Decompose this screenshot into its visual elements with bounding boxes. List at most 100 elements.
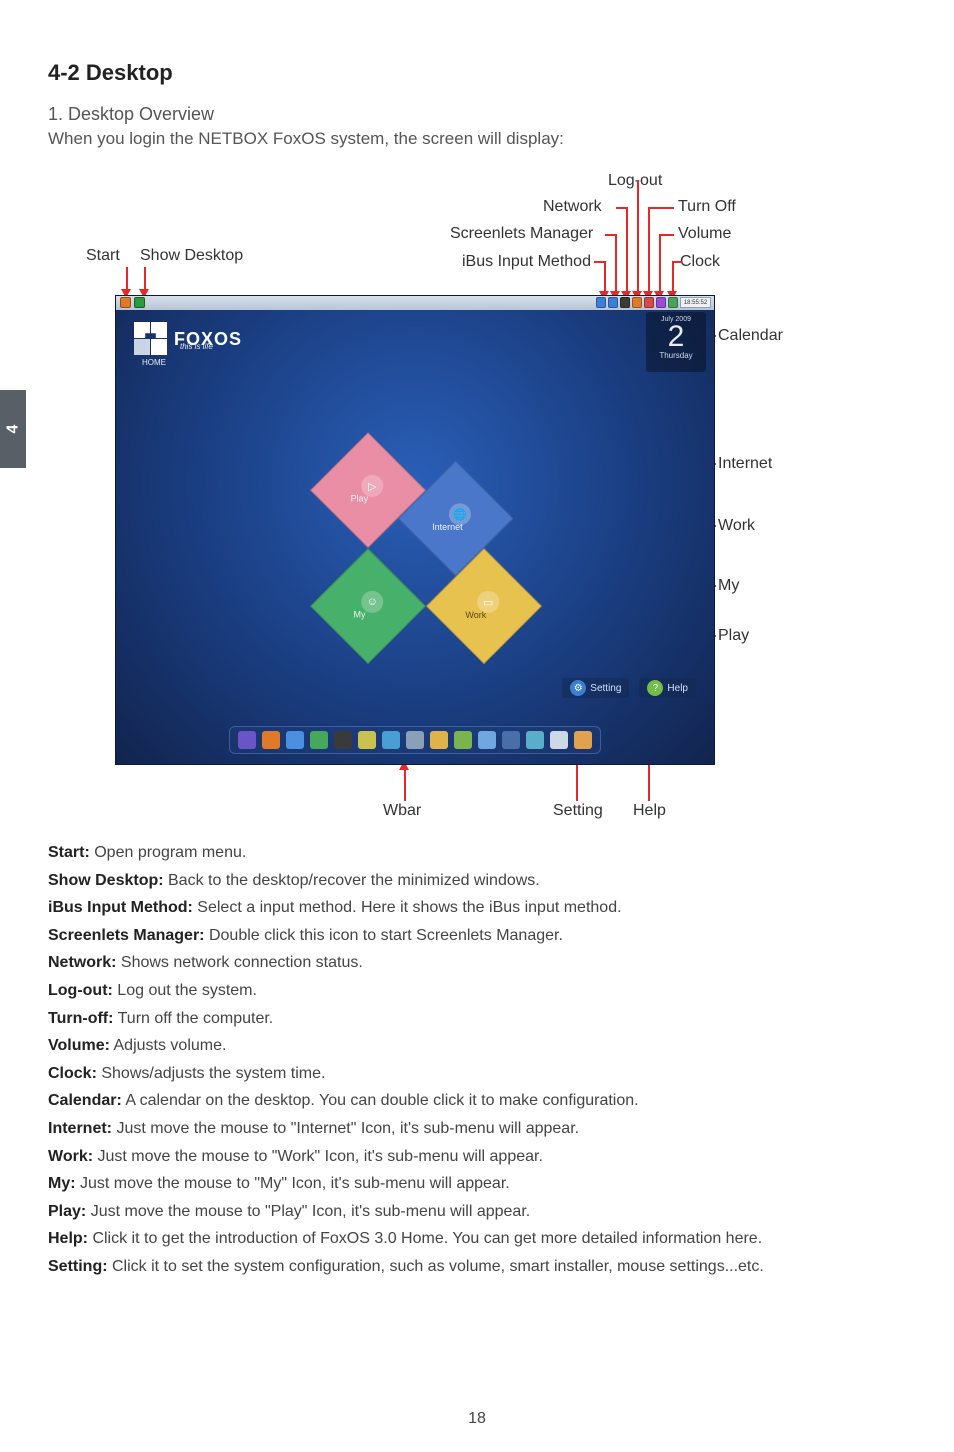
definition-desc: Open program menu. [90,844,247,861]
definition-desc: Double click this icon to start Screenle… [205,927,563,944]
connector [648,207,674,209]
side-tab: 4 [0,390,26,468]
definition-desc: Select a input method. Here it shows the… [193,899,622,916]
launcher-my[interactable]: ☺ My [310,548,426,664]
label-wbar: Wbar [383,802,421,820]
definition-term: Setting: [48,1258,108,1275]
start-button[interactable] [120,297,131,308]
foxos-screenshot: 18:55:52 FOXOS this is life HOME July 20… [115,295,715,765]
show-desktop-button[interactable] [134,297,145,308]
definition-desc: Adjusts volume. [110,1037,227,1054]
setting-button[interactable]: ⚙ Setting [562,678,629,698]
logo-tagline: this is life [180,342,213,351]
connector [626,207,628,293]
dock-icon[interactable] [382,731,400,749]
label-show-desktop: Show Desktop [140,247,243,265]
launcher-diamond: 🌐 Internet ▷ Play ▭ Work ☺ My [306,431,546,671]
label-turn-off: Turn Off [678,198,736,216]
definition-term: Internet: [48,1120,112,1137]
gear-icon: ⚙ [570,680,586,696]
side-tab-label: 4 [4,425,22,434]
clock-display[interactable]: 18:55:52 [680,297,711,308]
calendar-widget[interactable]: July 2009 2 Thursday [646,312,706,372]
definition-term: iBus Input Method: [48,899,193,916]
help-button[interactable]: ? Help [639,678,696,698]
section-heading: 4-2 Desktop [48,60,906,86]
tray-icon[interactable] [632,297,642,308]
label-logout: Log-out [608,172,662,190]
label-internet: Internet [718,455,772,473]
definition-term: Calendar: [48,1092,122,1109]
dock-icon[interactable] [526,731,544,749]
label-work: Work [718,517,755,535]
label-network: Network [543,198,602,216]
launcher-label: Internet [432,522,463,532]
calendar-weekday: Thursday [646,351,706,360]
definition-desc: Just move the mouse to "Play" Icon, it's… [86,1203,530,1220]
definition-desc: Turn off the computer. [113,1010,273,1027]
label-screenlets: Screenlets Manager [450,225,593,243]
system-tray [596,297,678,308]
dock-icon[interactable] [310,731,328,749]
dock-icon[interactable] [502,731,520,749]
intro-text: When you login the NETBOX FoxOS system, … [48,129,906,149]
tray-icon[interactable] [656,297,666,308]
connector [637,181,639,293]
logo-icon [134,322,168,356]
definition-item: Network: Shows network connection status… [48,952,906,974]
label-ibus: iBus Input Method [462,253,591,271]
definition-term: Network: [48,954,116,971]
dock-icon[interactable] [358,731,376,749]
dock-icon[interactable] [550,731,568,749]
definition-item: Setting: Click it to set the system conf… [48,1256,906,1278]
dock-icon[interactable] [454,731,472,749]
definition-item: Play: Just move the mouse to "Play" Icon… [48,1201,906,1223]
definition-item: Screenlets Manager: Double click this ic… [48,925,906,947]
definition-term: Help: [48,1230,88,1247]
launcher-play[interactable]: ▷ Play [310,432,426,548]
connector [144,267,146,291]
definition-item: Volume: Adjusts volume. [48,1035,906,1057]
label-volume: Volume [678,225,731,243]
dock-icon[interactable] [478,731,496,749]
definition-term: Work: [48,1148,93,1165]
tray-icon[interactable] [608,297,618,308]
launcher-label: My [354,610,366,620]
dock-icon[interactable] [574,731,592,749]
definition-desc: Shows/adjusts the system time. [97,1065,326,1082]
definition-term: Volume: [48,1037,110,1054]
launcher-internet[interactable]: 🌐 Internet [398,460,514,576]
connector [659,234,674,236]
wbar-dock[interactable] [229,726,601,754]
tray-icon[interactable] [668,297,678,308]
definition-item: Calendar: A calendar on the desktop. You… [48,1090,906,1112]
connector [594,261,604,263]
dock-icon[interactable] [238,731,256,749]
setting-button-label: Setting [590,683,621,694]
tray-icon[interactable] [644,297,654,308]
connector [615,234,617,293]
definition-desc: Just move the mouse to "Work" Icon, it's… [93,1148,543,1165]
dock-icon[interactable] [286,731,304,749]
tray-icon[interactable] [596,297,606,308]
help-icon: ? [647,680,663,696]
setting-help-group: ⚙ Setting ? Help [562,678,696,698]
definition-term: My: [48,1175,76,1192]
definition-term: Start: [48,844,90,861]
label-my: My [718,577,739,595]
connector [648,207,650,293]
dock-icon[interactable] [262,731,280,749]
tray-icon[interactable] [620,297,630,308]
definition-item: My: Just move the mouse to "My" Icon, it… [48,1173,906,1195]
definition-item: Log-out: Log out the system. [48,980,906,1002]
label-setting-callout: Setting [553,802,603,820]
definition-item: Show Desktop: Back to the desktop/recove… [48,870,906,892]
definition-item: Start: Open program menu. [48,842,906,864]
definition-item: Turn-off: Turn off the computer. [48,1008,906,1030]
dock-icon[interactable] [406,731,424,749]
dock-icon[interactable] [334,731,352,749]
launcher-work[interactable]: ▭ Work [426,548,542,664]
label-start: Start [86,247,120,265]
definition-item: Clock: Shows/adjusts the system time. [48,1063,906,1085]
dock-icon[interactable] [430,731,448,749]
